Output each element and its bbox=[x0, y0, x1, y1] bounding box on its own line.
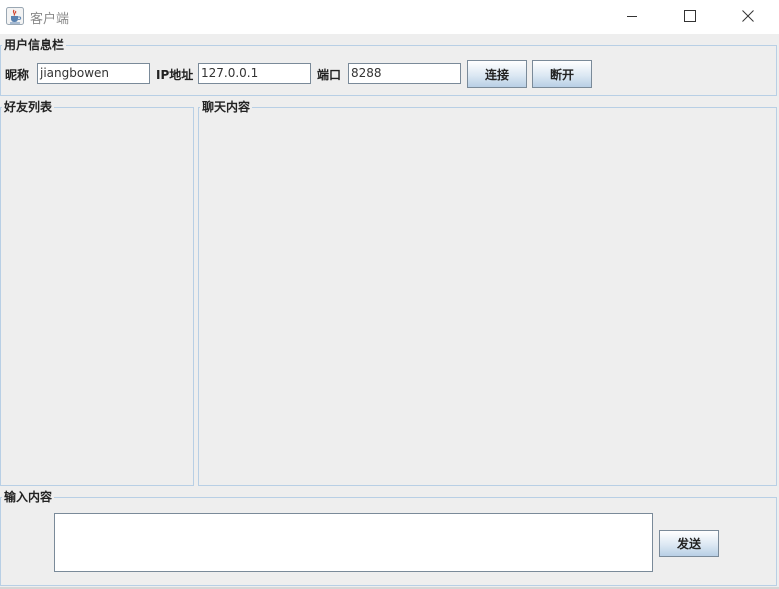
nickname-field[interactable]: jiangbowen bbox=[37, 63, 150, 84]
nickname-label: 昵称 bbox=[5, 68, 30, 82]
minimize-button[interactable] bbox=[603, 0, 661, 32]
close-button[interactable] bbox=[719, 0, 777, 32]
friend-list-legend: 好友列表 bbox=[4, 100, 53, 114]
title-bar[interactable]: 客户端 bbox=[0, 0, 779, 34]
send-button[interactable]: 发送 bbox=[659, 530, 719, 557]
window-title: 客户端 bbox=[30, 12, 70, 27]
input-legend: 输入内容 bbox=[4, 490, 53, 504]
java-cup-icon bbox=[6, 7, 24, 25]
maximize-icon bbox=[684, 10, 696, 22]
client-window: 客户端 用户信息栏 昵称 jiangbowen IP地址 127.0.0.1 端… bbox=[0, 0, 779, 589]
friend-list-panel[interactable]: 好友列表 bbox=[0, 100, 194, 486]
port-label: 端口 bbox=[317, 68, 342, 82]
connect-button[interactable]: 连接 bbox=[467, 60, 527, 88]
user-info-legend: 用户信息栏 bbox=[4, 38, 65, 52]
minimize-icon bbox=[626, 10, 638, 22]
chat-content-legend: 聊天内容 bbox=[202, 100, 251, 114]
ip-label: IP地址 bbox=[156, 68, 194, 82]
disconnect-button[interactable]: 断开 bbox=[532, 60, 592, 88]
port-field[interactable]: 8288 bbox=[348, 63, 461, 84]
maximize-button[interactable] bbox=[661, 0, 719, 32]
message-input[interactable] bbox=[54, 513, 653, 572]
close-icon bbox=[742, 10, 754, 22]
ip-field[interactable]: 127.0.0.1 bbox=[198, 63, 311, 84]
chat-content-panel[interactable]: 聊天内容 bbox=[198, 100, 777, 486]
